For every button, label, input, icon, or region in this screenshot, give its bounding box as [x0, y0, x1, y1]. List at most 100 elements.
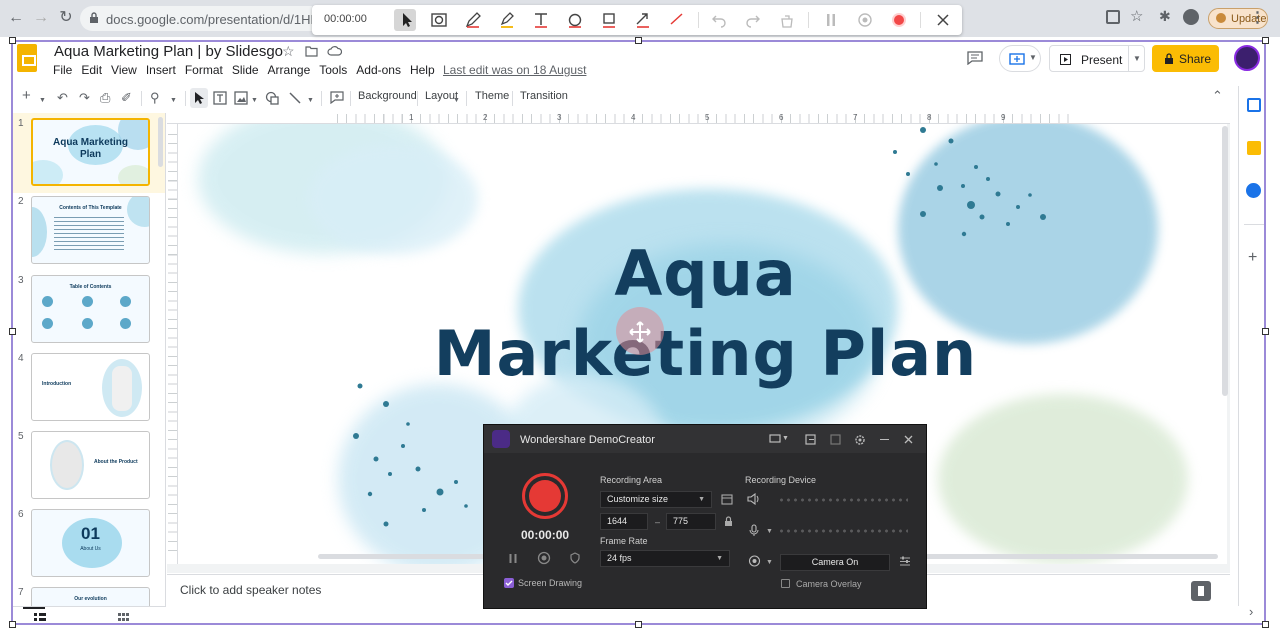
theme-button[interactable]: Theme: [475, 90, 509, 102]
recording-area-select[interactable]: Customize size ▼: [600, 491, 712, 508]
stop-record-icon[interactable]: [890, 11, 908, 29]
keep-icon[interactable]: [1247, 141, 1261, 155]
menu-format[interactable]: Format: [185, 63, 223, 77]
collapse-toolbar-chevron-icon[interactable]: ⌃: [1212, 89, 1223, 103]
show-side-panel-chevron-icon[interactable]: ›: [1249, 604, 1253, 619]
display-mode-chevron-icon[interactable]: ▼: [782, 435, 789, 442]
menu-help[interactable]: Help: [410, 63, 435, 77]
resize-handle[interactable]: [635, 37, 642, 44]
settings-gear-icon[interactable]: [854, 434, 866, 446]
close-toolbar-icon[interactable]: [934, 11, 952, 29]
clear-drawing-icon[interactable]: [778, 11, 796, 29]
new-slide-chevron-icon[interactable]: ▼: [39, 94, 46, 108]
resize-handle[interactable]: [1262, 621, 1269, 628]
line-tool-icon[interactable]: [668, 11, 686, 29]
slide-thumbnail-2[interactable]: Contents of This Template: [31, 196, 150, 264]
get-addons-plus-icon[interactable]: +: [1248, 249, 1257, 267]
slide-thumbnail-7[interactable]: Our evolution: [31, 587, 150, 606]
present-button[interactable]: Present ▼: [1049, 45, 1145, 72]
resize-handle[interactable]: [9, 621, 16, 628]
profile-icon[interactable]: [1183, 9, 1199, 25]
menu-edit[interactable]: Edit: [81, 63, 102, 77]
line-icon[interactable]: [288, 91, 302, 105]
new-slide-plus-icon[interactable]: +: [22, 88, 31, 103]
screen-drawing-checkbox[interactable]: [504, 578, 514, 588]
ellipse-tool-icon[interactable]: [566, 11, 584, 29]
browser-menu-icon[interactable]: ⋮: [1250, 8, 1265, 26]
camera-overlay-checkbox[interactable]: [781, 579, 790, 588]
width-input[interactable]: 1644: [600, 513, 648, 530]
select-cursor-icon[interactable]: [194, 91, 205, 105]
account-avatar[interactable]: [1234, 45, 1260, 71]
display-mode-icon[interactable]: [769, 434, 781, 444]
pause-icon[interactable]: [508, 553, 518, 564]
reload-icon[interactable]: ↻: [56, 8, 76, 28]
filmstrip-scrollbar[interactable]: [158, 117, 163, 167]
frame-rate-select[interactable]: 24 fps ▼: [600, 550, 730, 567]
resize-handle[interactable]: [1262, 328, 1269, 335]
resize-handle[interactable]: [1262, 37, 1269, 44]
slide-thumbnail-4[interactable]: Introduction: [31, 353, 150, 421]
screenshot-extension-icon[interactable]: [1106, 10, 1120, 24]
redo-icon[interactable]: ↷: [79, 91, 90, 105]
tasks-icon[interactable]: [1246, 183, 1261, 198]
spotlight-tool-icon[interactable]: [430, 11, 448, 29]
webcam-icon[interactable]: [748, 555, 761, 568]
filmstrip-view-icon[interactable]: [34, 613, 46, 622]
menu-file[interactable]: File: [53, 63, 72, 77]
slide-title[interactable]: Aqua Marketing Plan: [178, 234, 1227, 394]
menu-view[interactable]: View: [111, 63, 137, 77]
extensions-puzzle-icon[interactable]: ✱: [1159, 8, 1171, 25]
zoom-icon[interactable]: ⚲: [150, 91, 160, 105]
comment-history-icon[interactable]: [967, 51, 983, 65]
close-panel-icon[interactable]: [904, 435, 913, 444]
line-chevron-icon[interactable]: ▼: [307, 94, 314, 108]
menu-arrange[interactable]: Arrange: [268, 63, 311, 77]
canvas-vertical-scrollbar[interactable]: [1222, 126, 1228, 396]
slide-thumbnail-3[interactable]: Table of Contents: [31, 275, 150, 343]
slides-logo-icon[interactable]: [17, 44, 37, 72]
explore-icon[interactable]: [1191, 581, 1211, 601]
export-icon[interactable]: [805, 434, 816, 445]
highlighter-tool-icon[interactable]: [498, 11, 516, 29]
add-comment-icon[interactable]: [330, 91, 344, 104]
camera-select[interactable]: Camera On: [780, 554, 890, 571]
text-tool-icon[interactable]: [532, 11, 550, 29]
restart-icon[interactable]: [856, 11, 874, 29]
meet-button[interactable]: ▼: [999, 45, 1041, 72]
area-preset-icon[interactable]: [721, 494, 733, 505]
layout-chevron-icon[interactable]: ▼: [453, 94, 460, 108]
cloud-status-icon[interactable]: [327, 45, 342, 56]
height-input[interactable]: 775: [666, 513, 716, 530]
zoom-chevron-icon[interactable]: ▼: [170, 94, 177, 108]
resize-handle[interactable]: [9, 328, 16, 335]
image-chevron-icon[interactable]: ▼: [251, 94, 258, 108]
camera-settings-icon[interactable]: [899, 556, 911, 567]
insert-image-icon[interactable]: [234, 91, 248, 105]
slide-thumbnail-1[interactable]: Aqua Marketing Plan: [31, 118, 150, 186]
arrow-tool-icon[interactable]: [634, 11, 652, 29]
rectangle-tool-icon[interactable]: [600, 11, 618, 29]
undo-icon[interactable]: [710, 11, 728, 29]
menu-insert[interactable]: Insert: [146, 63, 176, 77]
pen-tool-icon[interactable]: [464, 11, 482, 29]
shield-icon[interactable]: [570, 552, 580, 564]
grid-view-icon[interactable]: [118, 613, 129, 622]
star-icon[interactable]: ☆: [282, 43, 295, 60]
webcam-chevron-icon[interactable]: ▼: [766, 559, 773, 566]
restart-recording-icon[interactable]: [537, 551, 551, 565]
menu-tools[interactable]: Tools: [319, 63, 347, 77]
document-title[interactable]: Aqua Marketing Plan | by Slidesgo: [54, 43, 283, 60]
paint-format-icon[interactable]: ✐: [121, 91, 132, 105]
back-icon[interactable]: ←: [6, 8, 26, 28]
last-edit-link[interactable]: Last edit was on 18 August: [443, 63, 586, 77]
resize-handle[interactable]: [9, 37, 16, 44]
forward-icon[interactable]: →: [31, 8, 51, 28]
microphone-icon[interactable]: [749, 524, 759, 537]
minimize-icon[interactable]: [880, 439, 889, 440]
microphone-chevron-icon[interactable]: ▼: [766, 528, 773, 535]
screenshot-icon[interactable]: [830, 434, 841, 445]
address-bar[interactable]: docs.google.com/presentation/d/1HBa8Uz: [80, 6, 350, 31]
shape-icon[interactable]: [265, 91, 280, 105]
pause-icon[interactable]: [822, 11, 840, 29]
